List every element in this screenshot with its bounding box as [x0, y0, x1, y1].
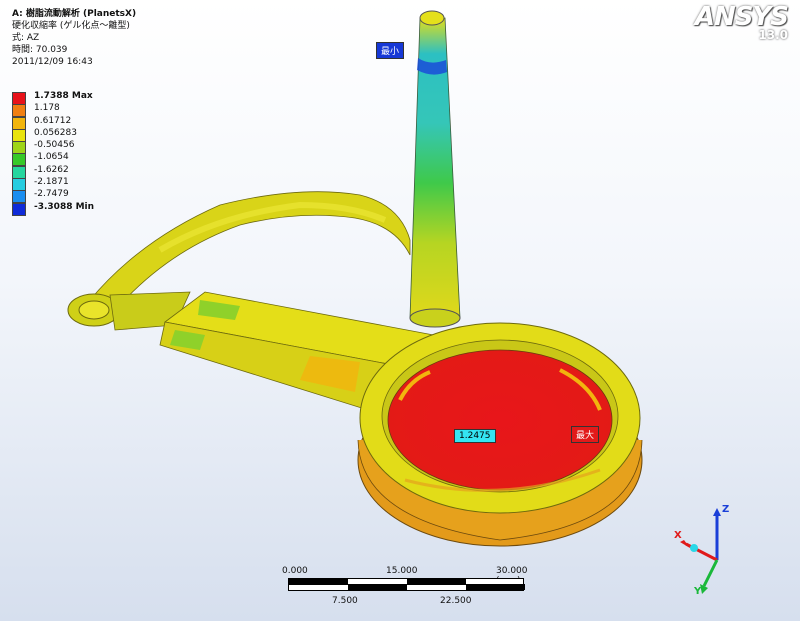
result-subtitle: 硬化収縮率 (ゲル化点〜離型): [12, 21, 130, 31]
scale-bar: [288, 578, 525, 591]
x-axis-label: X: [674, 530, 682, 541]
color-legend[interactable]: 1.7388 Max 1.178 0.61712 0.056283 -0.50456 -1…: [12, 91, 112, 216]
legend-swatch: [12, 178, 26, 192]
legend-label: -0.50456: [34, 140, 75, 151]
legend-swatch: [12, 116, 26, 130]
z-axis-label: Z: [722, 504, 730, 515]
result-date: 2011/12/09 16:43: [12, 57, 93, 67]
scale-label: 15.000: [386, 566, 418, 576]
legend-label: 1.178: [34, 103, 60, 114]
legend-label: -2.7479: [34, 189, 69, 200]
legend-swatch: [12, 104, 26, 118]
vertical-stack: [409, 10, 461, 328]
legend-row: -3.3088 Min: [12, 201, 112, 216]
min-probe-label[interactable]: 最小: [376, 42, 405, 59]
value-probe-label[interactable]: 1.2475: [454, 429, 496, 443]
legend-swatch: [12, 190, 26, 204]
legend-label: -2.1871: [34, 177, 69, 188]
legend-label: 1.7388 Max: [34, 91, 93, 101]
ansys-logo: ANSYS 13.0: [695, 2, 789, 42]
legend-label: 0.61712: [34, 115, 72, 126]
legend-label: -3.3088 Min: [34, 201, 95, 212]
max-probe-label[interactable]: 最大: [571, 426, 600, 443]
scale-label: 0.000: [282, 566, 308, 576]
result-time: 時間: 70.039: [12, 45, 68, 55]
result-info: A: 樹脂流動解析 (PlanetsX) 硬化収縮率 (ゲル化点〜離型) 式: …: [12, 8, 136, 68]
result-expression: 式: AZ: [12, 33, 40, 43]
legend-label: -1.6262: [34, 164, 69, 175]
legend-swatch: [12, 128, 26, 142]
legend-label: 0.056283: [34, 127, 77, 138]
y-axis-label: Y: [694, 586, 702, 597]
analysis-title: A: 樹脂流動解析 (PlanetsX): [12, 9, 137, 19]
legend-swatch: [12, 92, 26, 105]
legend-swatch: [12, 141, 26, 155]
axis-triad[interactable]: Z X Y: [672, 500, 752, 600]
legend-label: -1.0654: [34, 152, 69, 163]
scale-label: 7.500: [332, 596, 358, 606]
scale-label: 22.500: [440, 596, 472, 606]
legend-row: 1.7388 Max: [12, 91, 112, 105]
disc-base: [357, 322, 643, 547]
legend-swatch: [12, 165, 26, 179]
legend-swatch: [12, 153, 26, 167]
legend-swatch: [12, 202, 26, 216]
